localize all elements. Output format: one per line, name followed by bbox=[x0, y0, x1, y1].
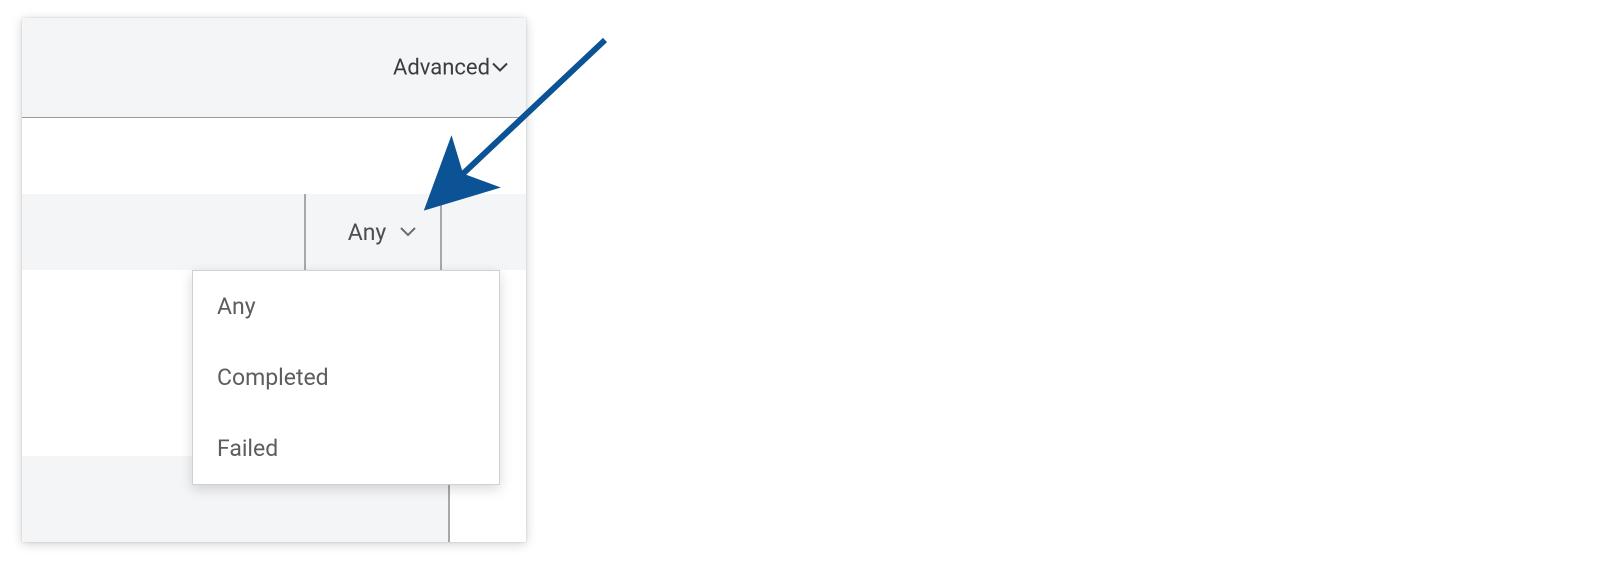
header-bar: Advanced bbox=[22, 18, 526, 118]
status-option-failed[interactable]: Failed bbox=[193, 413, 499, 484]
advanced-label: Advanced bbox=[393, 55, 490, 80]
status-option-any[interactable]: Any bbox=[193, 271, 499, 342]
column-divider bbox=[440, 194, 442, 270]
column-divider bbox=[304, 194, 306, 270]
filter-panel: Advanced Any Any Completed Failed bbox=[22, 18, 526, 542]
chevron-down-icon bbox=[492, 63, 508, 73]
status-select-value: Any bbox=[348, 219, 387, 246]
status-option-completed[interactable]: Completed bbox=[193, 342, 499, 413]
status-dropdown: Any Completed Failed bbox=[192, 270, 500, 485]
chevron-down-icon bbox=[400, 227, 416, 237]
advanced-toggle[interactable]: Advanced bbox=[393, 55, 508, 80]
filter-row bbox=[22, 194, 526, 270]
status-select[interactable]: Any bbox=[322, 194, 442, 270]
